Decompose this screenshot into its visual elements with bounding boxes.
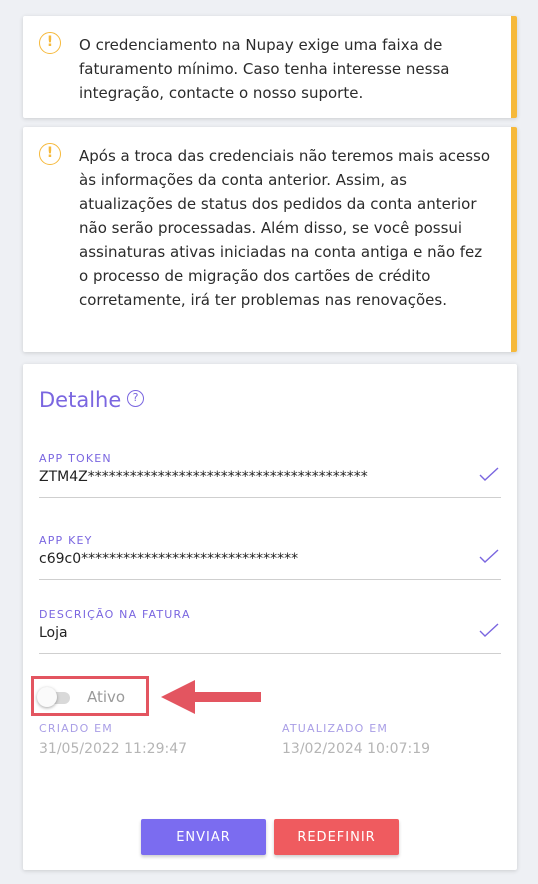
help-icon[interactable]: ?	[127, 390, 144, 407]
app-key-field[interactable]: APP KEY c69c0***************************…	[39, 534, 501, 580]
arrow-left-icon	[161, 680, 261, 714]
invoice-description-value[interactable]: Loja	[39, 625, 469, 641]
alert-text: O credenciamento na Nupay exige uma faix…	[79, 36, 450, 102]
app-key-value[interactable]: c69c0*******************************	[39, 551, 469, 567]
updated-at: ATUALIZADO EM 13/02/2024 10:07:19	[282, 722, 430, 757]
app-token-label: APP TOKEN	[39, 452, 112, 465]
warning-icon: !	[39, 32, 61, 54]
updated-at-label: ATUALIZADO EM	[282, 722, 389, 735]
created-at-label: CRIADO EM	[39, 722, 113, 735]
check-icon	[479, 549, 499, 563]
reset-button[interactable]: REDEFINIR	[274, 819, 399, 855]
send-button[interactable]: ENVIAR	[141, 819, 266, 855]
check-icon	[479, 467, 499, 481]
invoice-description-label: DESCRIÇÃO NA FATURA	[39, 608, 191, 621]
created-at-value: 31/05/2022 11:29:47	[39, 741, 188, 757]
warning-icon: !	[39, 143, 61, 165]
invoice-description-field[interactable]: DESCRIÇÃO NA FATURA Loja	[39, 608, 501, 654]
alert-credentials-change: ! Após a troca das credenciais não terem…	[23, 127, 517, 352]
app-token-value[interactable]: ZTM4Z***********************************…	[39, 469, 469, 485]
active-toggle-label: Ativo	[87, 688, 126, 706]
check-icon	[479, 623, 499, 637]
app-token-field[interactable]: APP TOKEN ZTM4Z*************************…	[39, 452, 501, 498]
detail-card: Detalhe ? APP TOKEN ZTM4Z***************…	[23, 364, 517, 870]
active-toggle-knob[interactable]	[37, 687, 57, 707]
app-key-label: APP KEY	[39, 534, 93, 547]
active-toggle-highlight: Ativo	[31, 676, 149, 716]
updated-at-value: 13/02/2024 10:07:19	[282, 741, 431, 757]
alert-minimum-billing: ! O credenciamento na Nupay exige uma fa…	[23, 16, 517, 118]
alert-text: Após a troca das credenciais não teremos…	[79, 147, 491, 309]
card-title: Detalhe	[39, 388, 122, 412]
created-at: CRIADO EM 31/05/2022 11:29:47	[39, 722, 187, 757]
